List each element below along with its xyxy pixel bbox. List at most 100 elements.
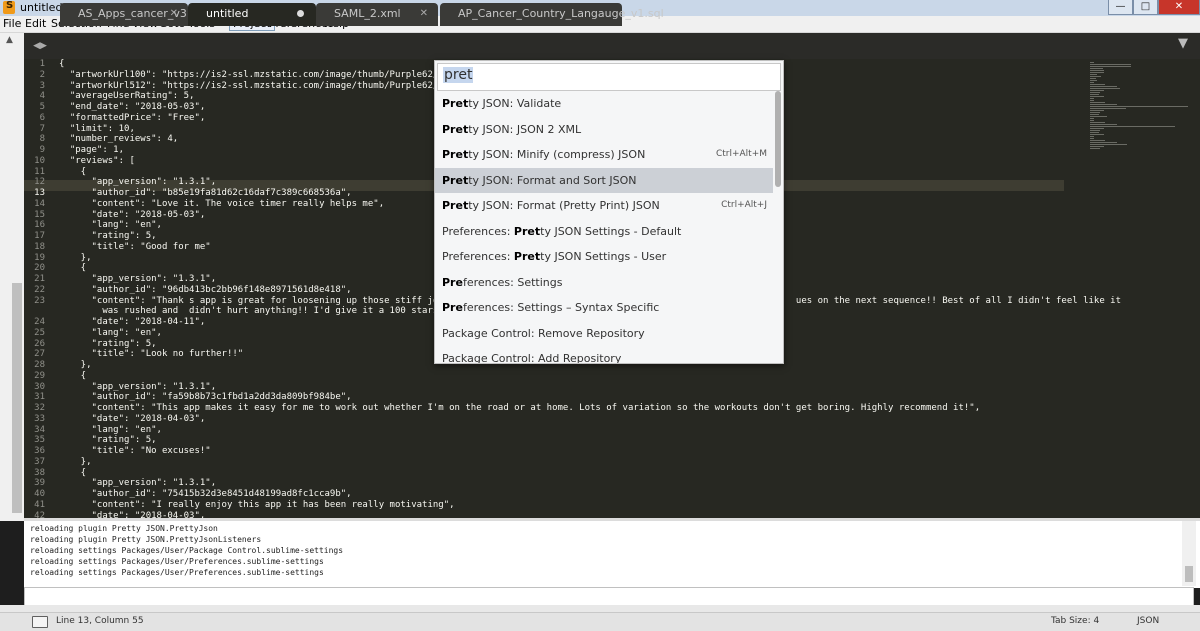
menu-file[interactable]: File <box>0 17 24 30</box>
palette-scrollbar[interactable] <box>775 91 781 361</box>
palette-item[interactable]: Pretty JSON: Minify (compress) JSON Ctrl+… <box>435 142 773 167</box>
minimap-line <box>1090 80 1097 81</box>
menu-edit[interactable]: Edit <box>22 17 49 30</box>
palette-item[interactable]: Preferences: Pretty JSON Settings - Defa… <box>435 219 773 244</box>
code-line: "date": "2018-04-03", <box>59 510 206 519</box>
line-number: 1 <box>39 59 45 69</box>
scroll-up-icon[interactable]: ▲ <box>6 35 13 45</box>
line-number: 20 <box>34 263 45 274</box>
palette-item[interactable]: Package Control: Remove Repository <box>435 321 773 346</box>
console-line: reloading settings Packages/User/Package… <box>30 546 344 555</box>
palette-item-match: Pret <box>513 250 541 263</box>
minimap-line <box>1090 78 1096 79</box>
palette-item[interactable]: Pretty JSON: JSON 2 XML <box>435 117 773 142</box>
tab-size[interactable]: Tab Size: 4 <box>1051 616 1099 626</box>
close-tab-icon[interactable]: ✕ <box>420 3 428 25</box>
minimap-line <box>1090 126 1175 127</box>
code-line: "date": "2018-04-03", <box>59 413 206 424</box>
palette-item[interactable]: Package Control: Add Repository <box>435 346 773 363</box>
tab-label: untitled <box>206 7 249 20</box>
code-line: { <box>59 59 65 69</box>
close-tab-icon[interactable]: ✕ <box>170 3 178 25</box>
panel-toggle-icon[interactable] <box>32 616 48 628</box>
line-number: 22 <box>34 284 45 295</box>
palette-item[interactable]: Pretty JSON: Format (Pretty Print) JSON C… <box>435 193 773 218</box>
palette-item-suffix: ty JSON Settings - User <box>540 250 667 263</box>
code-line: "date": "2018-05-03", <box>59 209 206 220</box>
tab-saml-2[interactable]: SAML_2.xml ✕ <box>316 3 438 26</box>
minimize-button[interactable]: — <box>1108 0 1133 15</box>
divider <box>0 605 1200 612</box>
line-number: 36 <box>34 446 45 456</box>
palette-scroll-thumb[interactable] <box>775 91 781 187</box>
palette-item-match: Pret <box>442 97 469 110</box>
close-button[interactable]: ✕ <box>1158 0 1200 15</box>
minimap-line <box>1090 136 1094 137</box>
tab-as-apps-cancer[interactable]: AS_Apps_cancer_v3.sql ✕ <box>60 3 206 26</box>
minimap-line <box>1090 140 1105 141</box>
minimap-line <box>1090 90 1104 91</box>
code-line: "rating": 5, <box>59 231 157 241</box>
line-number: 32 <box>34 403 45 413</box>
palette-item-suffix: ferences: Settings – Syntax Specific <box>462 301 660 314</box>
line-number: 3 <box>39 80 45 91</box>
minimap-line <box>1090 64 1131 65</box>
line-number: 2 <box>39 69 45 80</box>
palette-item[interactable]: Pretty JSON: Validate <box>435 91 773 116</box>
palette-item-selected[interactable]: Pretty JSON: Format and Sort JSON <box>435 167 773 193</box>
line-number: 39 <box>34 478 45 489</box>
line-number: 33 <box>34 413 45 424</box>
tab-nav-arrows-icon[interactable]: ◀▶ <box>24 33 56 59</box>
minimap-line <box>1090 68 1103 69</box>
side-scrollbar[interactable]: ▲ <box>0 33 24 521</box>
tab-ap-cancer-country[interactable]: AP_Cancer_Country_Langauge_v1.sql <box>440 3 664 26</box>
minimap-line <box>1090 66 1131 67</box>
minimap-line <box>1090 94 1099 95</box>
line-number: 9 <box>39 145 45 155</box>
palette-item-suffix: ty JSON: Format (Pretty Print) JSON <box>468 199 660 212</box>
maximize-button[interactable]: □ <box>1133 0 1158 15</box>
palette-item[interactable]: Preferences: Settings <box>435 270 773 295</box>
code-line: { <box>59 263 87 274</box>
minimap-line <box>1090 72 1104 73</box>
command-palette-input[interactable]: pret <box>437 63 781 91</box>
code-line: "app_version": "1.3.1", <box>59 274 217 284</box>
console-input[interactable] <box>24 587 1194 607</box>
console-scroll-thumb[interactable] <box>1185 566 1193 582</box>
line-number: 7 <box>39 123 45 134</box>
line-number: 6 <box>39 112 45 123</box>
code-line: { <box>59 467 87 478</box>
line-number: 25 <box>34 327 45 338</box>
console-line: reloading settings Packages/User/Prefere… <box>30 557 324 566</box>
code-line: "title": "Good for me" <box>59 241 211 252</box>
code-line: }, <box>59 252 92 263</box>
code-line: "author_id": "fa59b8b73c1fbd1a2dd3da809b… <box>59 392 352 403</box>
minimap-line <box>1090 110 1104 111</box>
minimap-line <box>1090 116 1107 117</box>
minimap[interactable] <box>1064 59 1200 518</box>
code-line: "rating": 5, <box>59 338 157 349</box>
syntax-mode[interactable]: JSON <box>1137 616 1159 626</box>
line-number: 8 <box>39 134 45 145</box>
line-number: 23 <box>34 295 45 306</box>
unsaved-dot-icon[interactable] <box>297 10 304 17</box>
tab-list-icon[interactable]: ▼ <box>1178 36 1188 51</box>
line-number: 35 <box>34 435 45 446</box>
console-output: reloading plugin Pretty JSON.PrettyJson … <box>24 518 1200 588</box>
code-line: "title": "No excuses!" <box>59 446 211 456</box>
code-line: "averageUserRating": 5, <box>59 91 195 102</box>
palette-item-prefix: Preferences: <box>442 224 514 238</box>
tab-untitled[interactable]: untitled <box>188 3 316 26</box>
palette-item[interactable]: Preferences: Pretty JSON Settings - User <box>435 244 773 269</box>
minimap-line <box>1090 62 1094 63</box>
line-number: 24 <box>34 317 45 327</box>
line-number: 13 <box>34 188 45 198</box>
code-line: }, <box>59 456 92 467</box>
console-scrollbar[interactable] <box>1182 521 1196 586</box>
minimap-line <box>1090 74 1097 75</box>
palette-item[interactable]: Preferences: Settings – Syntax Specific <box>435 295 773 320</box>
side-scroll-thumb[interactable] <box>12 283 22 513</box>
line-number: 30 <box>34 381 45 392</box>
code-line: "author_id": "b85e19fa81d62c16daf7c389c6… <box>59 188 352 198</box>
code-line: { <box>59 166 87 177</box>
